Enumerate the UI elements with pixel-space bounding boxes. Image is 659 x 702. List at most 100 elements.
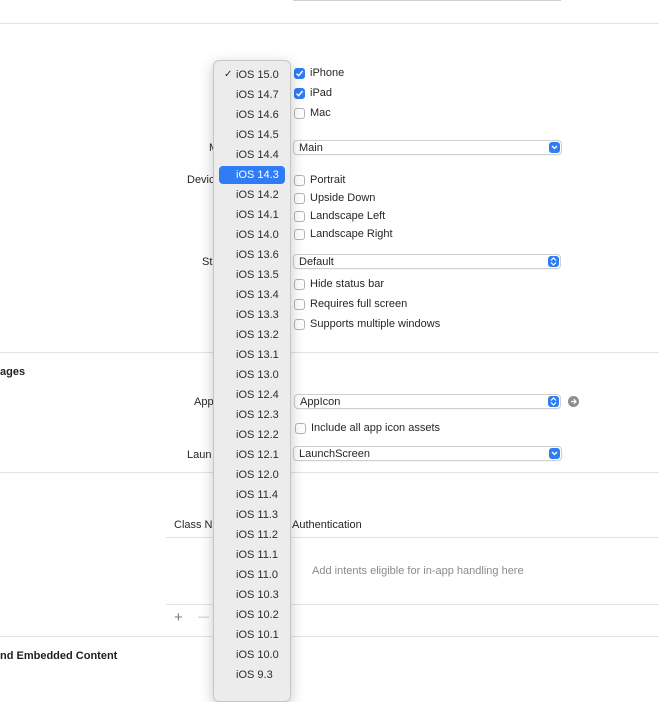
checkbox-box bbox=[294, 107, 305, 119]
ios-version-menu-item-label: iOS 10.3 bbox=[236, 589, 279, 601]
checkbox-box bbox=[294, 278, 305, 290]
section-divider-app-icons bbox=[0, 352, 659, 353]
checkbox-box bbox=[294, 318, 305, 330]
ios-version-menu-item-label: iOS 13.4 bbox=[236, 289, 279, 301]
ios-version-menu-item[interactable]: iOS 12.2 bbox=[219, 426, 285, 444]
section-divider-top bbox=[0, 23, 659, 24]
status-bar-style-select[interactable]: Default bbox=[293, 254, 561, 269]
ios-version-menu-item[interactable]: iOS 13.6 bbox=[219, 246, 285, 264]
checkbox-box bbox=[295, 422, 306, 434]
app-icons-source-select[interactable]: AppIcon bbox=[294, 394, 561, 409]
chevron-down-icon bbox=[549, 142, 560, 153]
ios-version-menu-item[interactable]: iOS 10.3 bbox=[219, 586, 285, 604]
ios-version-menu-item[interactable]: iOS 14.6 bbox=[219, 106, 285, 124]
device-ipad-label: iPad bbox=[310, 87, 333, 99]
main-interface-select[interactable]: Main bbox=[293, 140, 562, 155]
requires-full-screen-checkbox[interactable]: Requires full screen bbox=[294, 296, 407, 312]
ios-version-menu-item[interactable]: iOS 10.0 bbox=[219, 646, 285, 664]
include-all-app-icon-assets-checkbox[interactable]: Include all app icon assets bbox=[295, 420, 440, 436]
supports-multiple-windows-checkbox[interactable]: Supports multiple windows bbox=[294, 316, 440, 332]
checkmark-icon: ✓ bbox=[224, 69, 233, 80]
ios-version-menu-item[interactable]: iOS 11.1 bbox=[219, 546, 285, 564]
ios-version-menu-item[interactable]: iOS 14.1 bbox=[219, 206, 285, 224]
ios-version-menu-item[interactable]: iOS 14.0 bbox=[219, 226, 285, 244]
ios-version-menu-item[interactable]: iOS 12.3 bbox=[219, 406, 285, 424]
checkbox-box bbox=[294, 87, 305, 99]
ios-version-menu-item[interactable]: iOS 11.3 bbox=[219, 506, 285, 524]
orientation-portrait-checkbox[interactable]: Portrait bbox=[294, 172, 345, 188]
hide-status-bar-checkbox[interactable]: Hide status bar bbox=[294, 276, 384, 292]
ios-version-menu-item[interactable]: iOS 14.5 bbox=[219, 126, 285, 144]
ios-version-menu-item-label: iOS 10.1 bbox=[236, 629, 279, 641]
ios-version-menu-item-label: iOS 11.0 bbox=[236, 569, 278, 581]
embedded-content-section-title: nd Embedded Content bbox=[0, 650, 118, 662]
main-interface-value: Main bbox=[299, 142, 323, 154]
ios-version-menu-item[interactable]: iOS 9.3 bbox=[219, 666, 285, 684]
checkbox-box bbox=[294, 298, 305, 310]
device-mac-checkbox[interactable]: Mac bbox=[294, 105, 331, 121]
device-orientation-label: Devic bbox=[187, 174, 215, 186]
ios-version-menu-item[interactable]: iOS 13.3 bbox=[219, 306, 285, 324]
add-intent-button[interactable]: + bbox=[174, 609, 183, 626]
ios-version-menu-item[interactable]: iOS 13.4 bbox=[219, 286, 285, 304]
ios-version-menu-item-label: iOS 12.4 bbox=[236, 389, 279, 401]
ios-version-menu-item[interactable]: iOS 14.3 bbox=[219, 166, 285, 184]
remove-intent-button[interactable]: — bbox=[198, 611, 209, 623]
app-icons-section-title: ages bbox=[0, 366, 26, 378]
orientation-landscape-left-checkbox[interactable]: Landscape Left bbox=[294, 208, 385, 224]
include-all-app-icon-assets-label: Include all app icon assets bbox=[311, 422, 441, 434]
checkbox-box bbox=[294, 192, 305, 204]
device-iphone-checkbox[interactable]: iPhone bbox=[294, 65, 344, 81]
ios-version-menu-item[interactable]: iOS 13.1 bbox=[219, 346, 285, 364]
ios-version-menu-item[interactable]: iOS 11.4 bbox=[219, 486, 285, 504]
checkbox-box bbox=[294, 67, 305, 79]
launch-screen-select[interactable]: LaunchScreen bbox=[293, 446, 562, 461]
ios-version-menu-item[interactable]: iOS 13.5 bbox=[219, 266, 285, 284]
ios-version-menu-item-label: iOS 14.3 bbox=[236, 169, 279, 181]
ios-version-menu-item-label: iOS 12.2 bbox=[236, 429, 279, 441]
ios-version-menu-item[interactable]: iOS 12.0 bbox=[219, 466, 285, 484]
orientation-landscape-right-label: Landscape Right bbox=[310, 228, 393, 240]
go-to-asset-arrow-icon[interactable] bbox=[568, 396, 579, 407]
ios-version-menu[interactable]: ✓ iOS 15.0 iOS 14.7 iOS 14.6 iOS 14.5 iOS 14.… bbox=[213, 60, 291, 702]
ios-version-menu-item-label: iOS 11.4 bbox=[236, 489, 278, 501]
supports-multiple-windows-label: Supports multiple windows bbox=[310, 318, 441, 330]
up-down-arrows-icon bbox=[548, 396, 559, 407]
app-icons-source-label: App bbox=[194, 396, 214, 408]
ios-version-menu-item-label: iOS 14.1 bbox=[236, 209, 279, 221]
ios-version-menu-item-label: iOS 11.3 bbox=[236, 509, 278, 521]
ios-version-menu-item[interactable]: iOS 11.0 bbox=[219, 566, 285, 584]
ios-version-menu-item[interactable]: iOS 14.7 bbox=[219, 86, 285, 104]
app-icons-source-value: AppIcon bbox=[300, 396, 341, 408]
intents-empty-placeholder: Add intents eligible for in-app handling… bbox=[312, 565, 524, 577]
requires-full-screen-label: Requires full screen bbox=[310, 298, 408, 310]
ios-version-menu-item-label: iOS 15.0 bbox=[236, 69, 279, 81]
launch-screen-value: LaunchScreen bbox=[299, 448, 370, 460]
checkbox-box bbox=[294, 210, 305, 222]
ios-version-menu-item[interactable]: iOS 14.2 bbox=[219, 186, 285, 204]
ios-version-menu-item[interactable]: iOS 12.4 bbox=[219, 386, 285, 404]
ios-version-menu-item-label: iOS 14.5 bbox=[236, 129, 279, 141]
ios-version-menu-item[interactable]: iOS 10.2 bbox=[219, 606, 285, 624]
device-iphone-label: iPhone bbox=[310, 67, 345, 79]
ios-version-menu-item[interactable]: iOS 13.2 bbox=[219, 326, 285, 344]
orientation-landscape-right-checkbox[interactable]: Landscape Right bbox=[294, 226, 393, 242]
ios-version-menu-item-label: iOS 14.4 bbox=[236, 149, 279, 161]
ios-version-menu-item-label: iOS 10.0 bbox=[236, 649, 279, 661]
up-down-arrows-icon bbox=[548, 256, 559, 267]
intents-authentication-header: Authentication bbox=[292, 519, 362, 531]
ios-version-menu-item[interactable]: ✓ iOS 15.0 bbox=[219, 66, 285, 84]
ios-version-menu-item[interactable]: iOS 10.1 bbox=[219, 626, 285, 644]
device-ipad-checkbox[interactable]: iPad bbox=[294, 85, 332, 101]
ios-version-menu-item[interactable]: iOS 12.1 bbox=[219, 446, 285, 464]
orientation-upside-down-checkbox[interactable]: Upside Down bbox=[294, 190, 375, 206]
ios-version-menu-item[interactable]: iOS 14.4 bbox=[219, 146, 285, 164]
ios-version-menu-item-label: iOS 13.3 bbox=[236, 309, 279, 321]
ios-version-menu-item-label: iOS 13.5 bbox=[236, 269, 279, 281]
ios-version-menu-item[interactable]: iOS 11.2 bbox=[219, 526, 285, 544]
ios-version-menu-item-label: iOS 9.3 bbox=[236, 669, 273, 681]
hide-status-bar-label: Hide status bar bbox=[310, 278, 384, 290]
checkbox-box bbox=[294, 174, 305, 186]
ios-version-menu-item-label: iOS 11.1 bbox=[236, 549, 278, 561]
ios-version-menu-item[interactable]: iOS 13.0 bbox=[219, 366, 285, 384]
